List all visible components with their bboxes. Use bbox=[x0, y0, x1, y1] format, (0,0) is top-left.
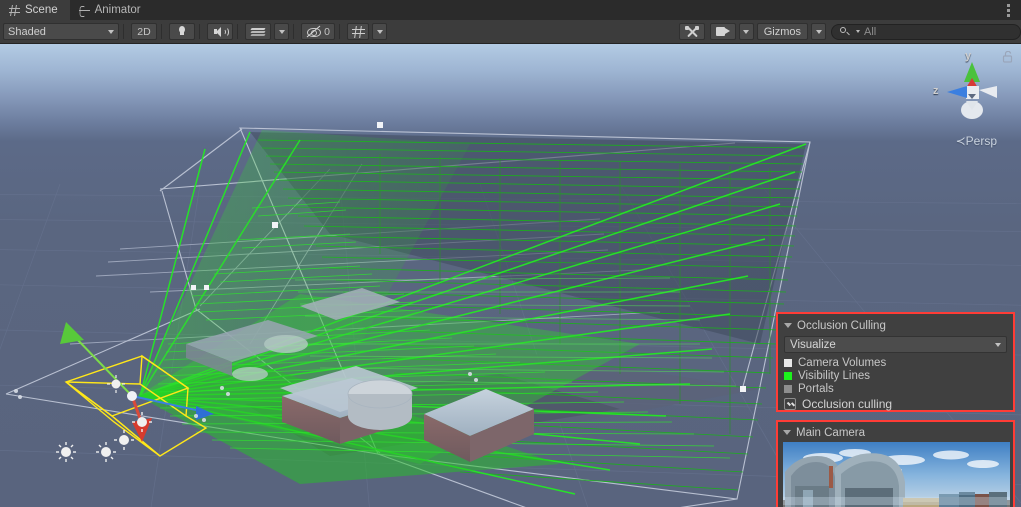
occlusion-mode-dropdown[interactable]: Visualize bbox=[784, 336, 1007, 353]
eye-slash-icon bbox=[306, 25, 322, 38]
tab-animator-label: Animator bbox=[94, 4, 141, 16]
effects-layers-icon bbox=[250, 26, 266, 37]
camera-preview-svg bbox=[783, 442, 1010, 507]
tab-animator[interactable]: Animator bbox=[70, 0, 153, 20]
scene-toolbar: Shaded 2D 0 Gizmos All bbox=[0, 20, 1021, 44]
legend-label-visibility-lines: Visibility Lines bbox=[798, 369, 871, 382]
axis-z-cone bbox=[947, 86, 967, 98]
toolbar-separator bbox=[237, 24, 238, 39]
occlusion-culling-panel[interactable]: Occlusion Culling Visualize Camera Volum… bbox=[776, 312, 1015, 412]
legend-item-portals[interactable]: Portals bbox=[784, 382, 1007, 395]
scene-tools-button[interactable] bbox=[678, 23, 705, 40]
scene-effects-group bbox=[242, 23, 289, 40]
scene-lighting-button[interactable] bbox=[169, 23, 195, 40]
occlusion-panel-title: Occlusion Culling bbox=[797, 319, 886, 332]
grid-snap-group bbox=[344, 23, 387, 40]
legend-item-visibility-lines[interactable]: Visibility Lines bbox=[784, 369, 1007, 382]
toolbar-separator bbox=[339, 24, 340, 39]
kebab-menu-icon[interactable] bbox=[995, 0, 1021, 20]
tools-wrench-icon bbox=[684, 25, 699, 39]
projection-mode-label[interactable]: ≺Persp bbox=[956, 134, 997, 148]
toggle-2d-label: 2D bbox=[137, 25, 151, 38]
legend-swatch-camera-volumes bbox=[784, 358, 792, 367]
chevron-down-icon bbox=[743, 29, 750, 34]
main-camera-preview-panel[interactable]: Main Camera bbox=[776, 420, 1015, 507]
grid-snap-icon bbox=[351, 26, 365, 38]
tab-scene-label: Scene bbox=[25, 4, 58, 16]
projection-prefix-icon: ≺ bbox=[955, 134, 966, 148]
search-filter-chevron-icon[interactable] bbox=[856, 30, 860, 33]
scene-camera-group bbox=[707, 23, 754, 40]
lock-open-icon[interactable] bbox=[1002, 50, 1013, 63]
toggle-2d-button[interactable]: 2D bbox=[131, 23, 157, 40]
scene-effects-button[interactable] bbox=[245, 23, 271, 40]
scene-camera-icon bbox=[715, 27, 730, 36]
unity-scene-window: Scene Animator Shaded 2D 0 Gizmos All y … bbox=[0, 0, 1021, 507]
toolbar-separator bbox=[123, 24, 124, 39]
occlusion-culling-checkbox-label: Occlusion culling bbox=[802, 397, 893, 411]
search-magnifier-icon bbox=[840, 26, 851, 37]
triangle-down-icon[interactable] bbox=[783, 430, 791, 435]
legend-swatch-visibility-lines bbox=[784, 371, 792, 380]
gizmos-group: Gizmos bbox=[754, 23, 826, 40]
toolbar-separator bbox=[161, 24, 162, 39]
animator-node-icon bbox=[78, 5, 90, 16]
scene-camera-dropdown[interactable] bbox=[738, 23, 754, 40]
occlusion-culling-checkbox[interactable] bbox=[784, 398, 796, 410]
draw-mode-label: Shaded bbox=[8, 25, 46, 38]
projection-label: Persp bbox=[965, 134, 997, 148]
toolbar-separator bbox=[199, 24, 200, 39]
legend-label-camera-volumes: Camera Volumes bbox=[798, 356, 887, 369]
chevron-down-icon bbox=[815, 29, 822, 34]
occlusion-mode-value: Visualize bbox=[790, 338, 836, 351]
chevron-down-icon bbox=[278, 29, 285, 34]
grid-hash-icon bbox=[9, 5, 20, 16]
search-field[interactable]: All bbox=[831, 23, 1021, 40]
axis-label-z: z bbox=[933, 85, 939, 97]
gizmos-label: Gizmos bbox=[763, 25, 801, 38]
hidden-objects-button[interactable]: 0 bbox=[301, 23, 335, 40]
legend-label-portals: Portals bbox=[798, 382, 834, 395]
speaker-icon bbox=[213, 26, 229, 37]
search-placeholder: All bbox=[864, 25, 877, 38]
tab-scene[interactable]: Scene bbox=[0, 0, 70, 20]
camera-panel-title: Main Camera bbox=[796, 426, 866, 439]
chevron-down-icon bbox=[995, 342, 1001, 347]
axis-neg-x-cone bbox=[979, 86, 997, 98]
draw-mode-dropdown[interactable]: Shaded bbox=[3, 23, 119, 40]
legend-swatch-portals bbox=[784, 384, 792, 393]
scene-orientation-gizmo[interactable]: y z bbox=[933, 50, 1007, 124]
axis-label-y: y bbox=[965, 50, 972, 62]
chevron-down-icon bbox=[108, 29, 114, 34]
camera-panel-header[interactable]: Main Camera bbox=[783, 425, 1008, 440]
grid-snap-dropdown[interactable] bbox=[372, 23, 387, 40]
occlusion-panel-header[interactable]: Occlusion Culling bbox=[784, 318, 1007, 333]
lightbulb-icon bbox=[178, 26, 186, 37]
chevron-down-icon bbox=[376, 29, 383, 34]
scene-camera-button[interactable] bbox=[709, 23, 736, 40]
gizmos-button[interactable]: Gizmos bbox=[756, 23, 808, 40]
legend-item-camera-volumes[interactable]: Camera Volumes bbox=[784, 356, 1007, 369]
grid-snap-button[interactable] bbox=[347, 23, 369, 40]
camera-preview-image: CSDN @Prosper Lee bbox=[783, 442, 1010, 507]
triangle-down-icon[interactable] bbox=[784, 323, 792, 328]
toolbar-separator bbox=[293, 24, 294, 39]
window-tab-bar: Scene Animator bbox=[0, 0, 1021, 20]
orientation-gizmo-svg bbox=[947, 62, 997, 119]
occlusion-culling-checkbox-row[interactable]: Occlusion culling bbox=[784, 397, 1007, 411]
scene-audio-button[interactable] bbox=[207, 23, 233, 40]
tab-bar-spacer bbox=[153, 0, 995, 20]
gizmos-dropdown[interactable] bbox=[811, 23, 826, 40]
occlusion-legend: Camera Volumes Visibility Lines Portals bbox=[784, 356, 1007, 395]
storage-tank bbox=[347, 379, 413, 430]
hidden-objects-count: 0 bbox=[324, 25, 330, 38]
scene-effects-dropdown[interactable] bbox=[274, 23, 289, 40]
scene-viewport[interactable]: y z ≺Persp Occlusion Culling Visualize C… bbox=[0, 44, 1021, 507]
